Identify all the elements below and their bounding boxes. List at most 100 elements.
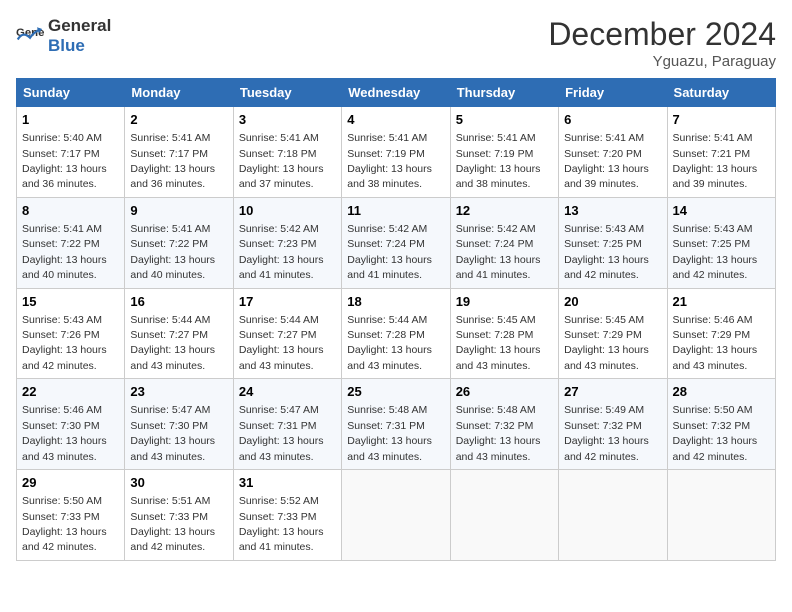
day-cell-14: 14 Sunrise: 5:43 AM Sunset: 7:25 PM Dayl…: [667, 197, 775, 288]
sunset-info: Sunset: 7:21 PM: [673, 148, 751, 160]
day-number: 2: [130, 111, 227, 129]
day-cell-26: 26 Sunrise: 5:48 AM Sunset: 7:32 PM Dayl…: [450, 379, 558, 470]
day-cell-18: 18 Sunrise: 5:44 AM Sunset: 7:28 PM Dayl…: [342, 288, 450, 379]
daylight-info: Daylight: 13 hours and 43 minutes.: [456, 344, 541, 371]
sunset-info: Sunset: 7:32 PM: [456, 420, 534, 432]
logo-icon: General: [16, 22, 44, 50]
daylight-info: Daylight: 13 hours and 41 minutes.: [239, 254, 324, 281]
sunrise-info: Sunrise: 5:44 AM: [130, 314, 210, 326]
sunset-info: Sunset: 7:33 PM: [239, 511, 317, 523]
day-number: 23: [130, 383, 227, 401]
daylight-info: Daylight: 13 hours and 43 minutes.: [456, 435, 541, 462]
calendar-week-1: 1 Sunrise: 5:40 AM Sunset: 7:17 PM Dayli…: [17, 107, 776, 198]
col-header-thursday: Thursday: [450, 79, 558, 107]
sunrise-info: Sunrise: 5:41 AM: [564, 132, 644, 144]
daylight-info: Daylight: 13 hours and 43 minutes.: [347, 344, 432, 371]
day-number: 28: [673, 383, 770, 401]
daylight-info: Daylight: 13 hours and 42 minutes.: [130, 526, 215, 553]
sunrise-info: Sunrise: 5:47 AM: [130, 404, 210, 416]
sunset-info: Sunset: 7:33 PM: [22, 511, 100, 523]
daylight-info: Daylight: 13 hours and 42 minutes.: [673, 435, 758, 462]
day-cell-5: 5 Sunrise: 5:41 AM Sunset: 7:19 PM Dayli…: [450, 107, 558, 198]
day-number: 12: [456, 202, 553, 220]
daylight-info: Daylight: 13 hours and 43 minutes.: [130, 435, 215, 462]
day-number: 15: [22, 293, 119, 311]
sunset-info: Sunset: 7:29 PM: [564, 329, 642, 341]
daylight-info: Daylight: 13 hours and 40 minutes.: [22, 254, 107, 281]
logo: General General Blue: [16, 16, 111, 56]
day-number: 18: [347, 293, 444, 311]
daylight-info: Daylight: 13 hours and 43 minutes.: [130, 344, 215, 371]
day-cell-8: 8 Sunrise: 5:41 AM Sunset: 7:22 PM Dayli…: [17, 197, 125, 288]
daylight-info: Daylight: 13 hours and 42 minutes.: [673, 254, 758, 281]
sunset-info: Sunset: 7:28 PM: [347, 329, 425, 341]
calendar-week-4: 22 Sunrise: 5:46 AM Sunset: 7:30 PM Dayl…: [17, 379, 776, 470]
day-number: 10: [239, 202, 336, 220]
sunrise-info: Sunrise: 5:41 AM: [22, 223, 102, 235]
sunset-info: Sunset: 7:20 PM: [564, 148, 642, 160]
sunrise-info: Sunrise: 5:52 AM: [239, 495, 319, 507]
month-title: December 2024: [548, 16, 776, 53]
day-cell-24: 24 Sunrise: 5:47 AM Sunset: 7:31 PM Dayl…: [233, 379, 341, 470]
daylight-info: Daylight: 13 hours and 36 minutes.: [130, 163, 215, 190]
daylight-info: Daylight: 13 hours and 42 minutes.: [564, 254, 649, 281]
sunset-info: Sunset: 7:22 PM: [22, 238, 100, 250]
empty-cell: [450, 470, 558, 561]
sunrise-info: Sunrise: 5:43 AM: [564, 223, 644, 235]
day-number: 16: [130, 293, 227, 311]
day-cell-9: 9 Sunrise: 5:41 AM Sunset: 7:22 PM Dayli…: [125, 197, 233, 288]
daylight-info: Daylight: 13 hours and 43 minutes.: [673, 344, 758, 371]
sunrise-info: Sunrise: 5:50 AM: [22, 495, 102, 507]
day-cell-13: 13 Sunrise: 5:43 AM Sunset: 7:25 PM Dayl…: [559, 197, 667, 288]
sunrise-info: Sunrise: 5:44 AM: [347, 314, 427, 326]
day-number: 22: [22, 383, 119, 401]
subtitle: Yguazu, Paraguay: [548, 53, 776, 70]
day-number: 25: [347, 383, 444, 401]
day-cell-31: 31 Sunrise: 5:52 AM Sunset: 7:33 PM Dayl…: [233, 470, 341, 561]
sunset-info: Sunset: 7:24 PM: [456, 238, 534, 250]
sunrise-info: Sunrise: 5:41 AM: [347, 132, 427, 144]
day-cell-2: 2 Sunrise: 5:41 AM Sunset: 7:17 PM Dayli…: [125, 107, 233, 198]
empty-cell: [559, 470, 667, 561]
day-number: 24: [239, 383, 336, 401]
day-number: 13: [564, 202, 661, 220]
sunset-info: Sunset: 7:27 PM: [130, 329, 208, 341]
day-cell-7: 7 Sunrise: 5:41 AM Sunset: 7:21 PM Dayli…: [667, 107, 775, 198]
day-number: 17: [239, 293, 336, 311]
day-cell-15: 15 Sunrise: 5:43 AM Sunset: 7:26 PM Dayl…: [17, 288, 125, 379]
sunset-info: Sunset: 7:17 PM: [130, 148, 208, 160]
col-header-sunday: Sunday: [17, 79, 125, 107]
sunrise-info: Sunrise: 5:43 AM: [22, 314, 102, 326]
sunset-info: Sunset: 7:25 PM: [564, 238, 642, 250]
day-cell-19: 19 Sunrise: 5:45 AM Sunset: 7:28 PM Dayl…: [450, 288, 558, 379]
day-cell-6: 6 Sunrise: 5:41 AM Sunset: 7:20 PM Dayli…: [559, 107, 667, 198]
sunset-info: Sunset: 7:28 PM: [456, 329, 534, 341]
day-cell-23: 23 Sunrise: 5:47 AM Sunset: 7:30 PM Dayl…: [125, 379, 233, 470]
sunrise-info: Sunrise: 5:50 AM: [673, 404, 753, 416]
sunrise-info: Sunrise: 5:46 AM: [22, 404, 102, 416]
day-cell-16: 16 Sunrise: 5:44 AM Sunset: 7:27 PM Dayl…: [125, 288, 233, 379]
sunset-info: Sunset: 7:17 PM: [22, 148, 100, 160]
daylight-info: Daylight: 13 hours and 42 minutes.: [22, 344, 107, 371]
day-cell-11: 11 Sunrise: 5:42 AM Sunset: 7:24 PM Dayl…: [342, 197, 450, 288]
day-number: 21: [673, 293, 770, 311]
day-number: 11: [347, 202, 444, 220]
day-cell-29: 29 Sunrise: 5:50 AM Sunset: 7:33 PM Dayl…: [17, 470, 125, 561]
sunset-info: Sunset: 7:33 PM: [130, 511, 208, 523]
daylight-info: Daylight: 13 hours and 42 minutes.: [22, 526, 107, 553]
day-number: 20: [564, 293, 661, 311]
sunrise-info: Sunrise: 5:40 AM: [22, 132, 102, 144]
day-number: 6: [564, 111, 661, 129]
sunrise-info: Sunrise: 5:42 AM: [456, 223, 536, 235]
daylight-info: Daylight: 13 hours and 36 minutes.: [22, 163, 107, 190]
day-cell-21: 21 Sunrise: 5:46 AM Sunset: 7:29 PM Dayl…: [667, 288, 775, 379]
daylight-info: Daylight: 13 hours and 37 minutes.: [239, 163, 324, 190]
sunrise-info: Sunrise: 5:47 AM: [239, 404, 319, 416]
day-cell-20: 20 Sunrise: 5:45 AM Sunset: 7:29 PM Dayl…: [559, 288, 667, 379]
col-header-monday: Monday: [125, 79, 233, 107]
sunrise-info: Sunrise: 5:41 AM: [130, 223, 210, 235]
sunset-info: Sunset: 7:32 PM: [564, 420, 642, 432]
col-header-tuesday: Tuesday: [233, 79, 341, 107]
daylight-info: Daylight: 13 hours and 43 minutes.: [22, 435, 107, 462]
sunset-info: Sunset: 7:27 PM: [239, 329, 317, 341]
